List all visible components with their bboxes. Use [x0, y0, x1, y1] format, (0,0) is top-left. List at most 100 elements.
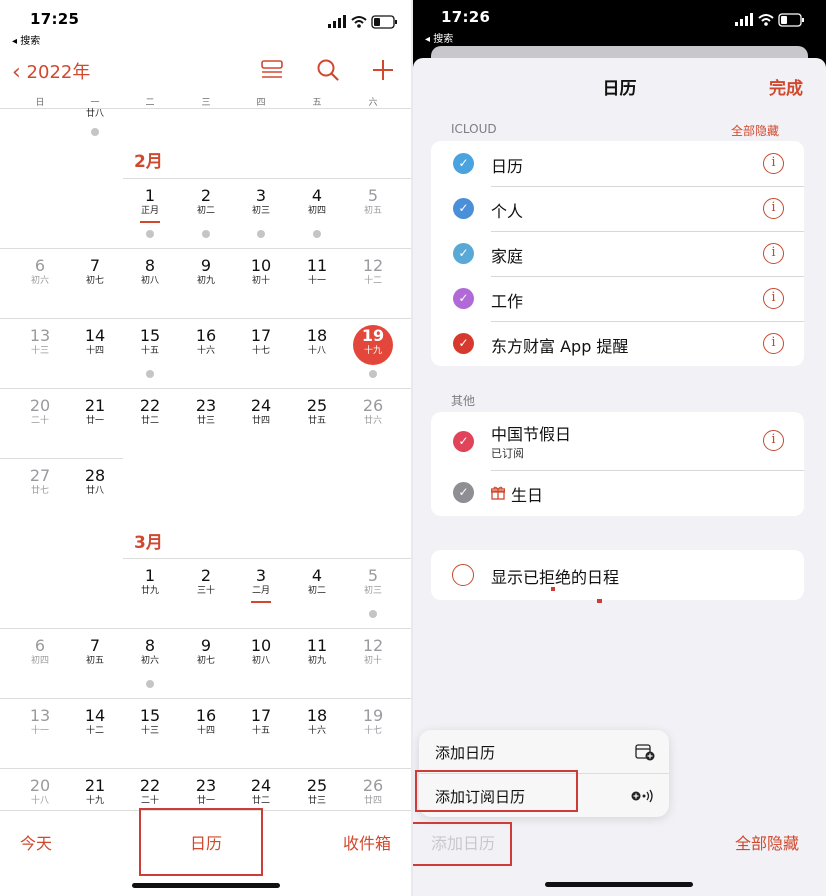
- day-cell[interactable]: 8 初六: [130, 637, 170, 667]
- day-cell[interactable]: 14 十四: [75, 327, 115, 357]
- day-cell[interactable]: 10 初十: [241, 257, 281, 287]
- back-to-search-link[interactable]: ◂ 搜索: [12, 32, 40, 47]
- day-cell[interactable]: 7 初五: [75, 637, 115, 667]
- day-cell[interactable]: 8 初八: [130, 257, 170, 287]
- day-cell[interactable]: 19 十九: [353, 327, 393, 357]
- day-cell[interactable]: 1 廿九: [130, 567, 170, 597]
- day-cell[interactable]: 9 初七: [186, 637, 226, 667]
- lunar-date: 初四: [30, 656, 49, 666]
- day-cell[interactable]: 20 二十: [20, 397, 60, 427]
- checkmark-icon[interactable]: ✓: [453, 482, 474, 503]
- day-cell[interactable]: 11 初九: [297, 637, 337, 667]
- day-cell[interactable]: 17 十七: [241, 327, 281, 357]
- status-icons: [328, 14, 408, 29]
- search-icon[interactable]: [317, 59, 339, 81]
- day-cell[interactable]: 22 廿二: [130, 397, 170, 427]
- info-icon[interactable]: i: [763, 288, 784, 309]
- day-cell[interactable]: 12 十二: [353, 257, 393, 287]
- day-cell[interactable]: 11 十一: [297, 257, 337, 287]
- day-cell[interactable]: 15 十三: [130, 707, 170, 737]
- day-cell[interactable]: 17 十五: [241, 707, 281, 737]
- checkmark-icon[interactable]: ✓: [453, 198, 474, 219]
- checkmark-icon[interactable]: ✓: [453, 431, 474, 452]
- add-event-icon[interactable]: [372, 59, 394, 81]
- day-cell[interactable]: 18 十八: [297, 327, 337, 357]
- day-cell[interactable]: 21 廿一: [75, 397, 115, 427]
- menu-item-add-calendar[interactable]: 添加日历: [419, 730, 669, 773]
- weekday-label: 六: [368, 98, 378, 108]
- day-cell[interactable]: 21 十九: [75, 777, 115, 807]
- day-cell[interactable]: 25 廿五: [297, 397, 337, 427]
- day-cell[interactable]: 28 廿八: [75, 467, 115, 497]
- declined-events-card[interactable]: 显示已拒绝的日程: [431, 550, 804, 600]
- day-cell[interactable]: 1 正月: [130, 187, 170, 217]
- day-cell[interactable]: 4 初二: [297, 567, 337, 597]
- day-cell[interactable]: 15 十五: [130, 327, 170, 357]
- day-cell[interactable]: 12 初十: [353, 637, 393, 667]
- checkmark-icon[interactable]: ✓: [453, 243, 474, 264]
- highlight-box-add-subscribed: [415, 770, 578, 812]
- day-cell[interactable]: 4 初四: [297, 187, 337, 217]
- day-cell[interactable]: 10 初八: [241, 637, 281, 667]
- inbox-button[interactable]: 收件箱: [343, 830, 391, 854]
- day-cell[interactable]: 13 十三: [20, 327, 60, 357]
- day-cell[interactable]: 6 初四: [20, 637, 60, 667]
- info-icon[interactable]: i: [763, 430, 784, 451]
- hide-all-button[interactable]: 全部隐藏: [735, 830, 799, 854]
- lunar-date: 十八: [307, 346, 326, 356]
- day-cell[interactable]: 26 廿六: [353, 397, 393, 427]
- day-cell[interactable]: 13 十一: [20, 707, 60, 737]
- toggle-circle-icon[interactable]: [452, 564, 474, 586]
- today-button[interactable]: 今天: [20, 830, 52, 854]
- back-to-search-link[interactable]: ◂ 搜索: [425, 30, 453, 45]
- day-cell[interactable]: 6 初六: [20, 257, 60, 287]
- day-cell[interactable]: 18 十六: [297, 707, 337, 737]
- calendar-row[interactable]: ✓ 日历 i: [431, 141, 804, 186]
- signal-wifi-battery-icon: [328, 15, 397, 29]
- day-cell[interactable]: 23 廿一: [186, 777, 226, 807]
- day-cell[interactable]: 14 十二: [75, 707, 115, 737]
- checkmark-icon[interactable]: ✓: [453, 333, 474, 354]
- day-cell[interactable]: 7 初七: [75, 257, 115, 287]
- checkmark-icon[interactable]: ✓: [453, 288, 474, 309]
- day-cell[interactable]: 2 初二: [186, 187, 226, 217]
- day-cell[interactable]: 16 十六: [186, 327, 226, 357]
- calendar-row[interactable]: ✓ 东方财富 App 提醒 i: [431, 321, 804, 366]
- day-cell[interactable]: 25 廿三: [297, 777, 337, 807]
- calendar-row[interactable]: ✓ 工作 i: [431, 276, 804, 321]
- day-cell[interactable]: 3 初三: [241, 187, 281, 217]
- lunar-date: 十六: [307, 726, 326, 736]
- day-cell[interactable]: 16 十四: [186, 707, 226, 737]
- calendar-row[interactable]: ✓ 个人 i: [431, 186, 804, 231]
- day-cell[interactable]: 24 廿四: [241, 397, 281, 427]
- day-number: 18: [306, 706, 328, 725]
- info-icon[interactable]: i: [763, 333, 784, 354]
- calendar-row-birthdays[interactable]: ✓ 生日: [431, 470, 804, 516]
- back-year-button[interactable]: ‹ 2022年: [12, 58, 90, 85]
- day-cell[interactable]: 26 廿四: [353, 777, 393, 807]
- day-number: 27: [29, 466, 51, 485]
- day-cell[interactable]: 24 廿二: [241, 777, 281, 807]
- info-icon[interactable]: i: [763, 153, 784, 174]
- day-cell[interactable]: 22 二十: [130, 777, 170, 807]
- calendar-row[interactable]: ✓ 家庭 i: [431, 231, 804, 276]
- calendar-row-holidays[interactable]: ✓ 中国节假日 已订阅 i: [431, 412, 804, 470]
- day-cell[interactable]: 5 初三: [353, 567, 393, 597]
- day-cell[interactable]: 19 十七: [353, 707, 393, 737]
- day-cell[interactable]: 20 十八: [20, 777, 60, 807]
- info-icon[interactable]: i: [763, 243, 784, 264]
- lunar-date: 初三: [363, 586, 382, 596]
- year-label: 2022年: [26, 62, 91, 83]
- info-icon[interactable]: i: [763, 198, 784, 219]
- checkmark-icon[interactable]: ✓: [453, 153, 474, 174]
- day-cell[interactable]: 27 廿七: [20, 467, 60, 497]
- done-button[interactable]: 完成: [769, 74, 803, 99]
- day-cell[interactable]: 9 初九: [186, 257, 226, 287]
- day-cell[interactable]: 5 初五: [353, 187, 393, 217]
- day-cell[interactable]: 2 三十: [186, 567, 226, 597]
- day-cell[interactable]: 23 廿三: [186, 397, 226, 427]
- list-view-icon[interactable]: [261, 60, 283, 80]
- hide-all-icloud-button[interactable]: 全部隐藏: [731, 122, 779, 139]
- day-cell[interactable]: 3 二月: [241, 567, 281, 597]
- day-number: 22: [139, 776, 161, 795]
